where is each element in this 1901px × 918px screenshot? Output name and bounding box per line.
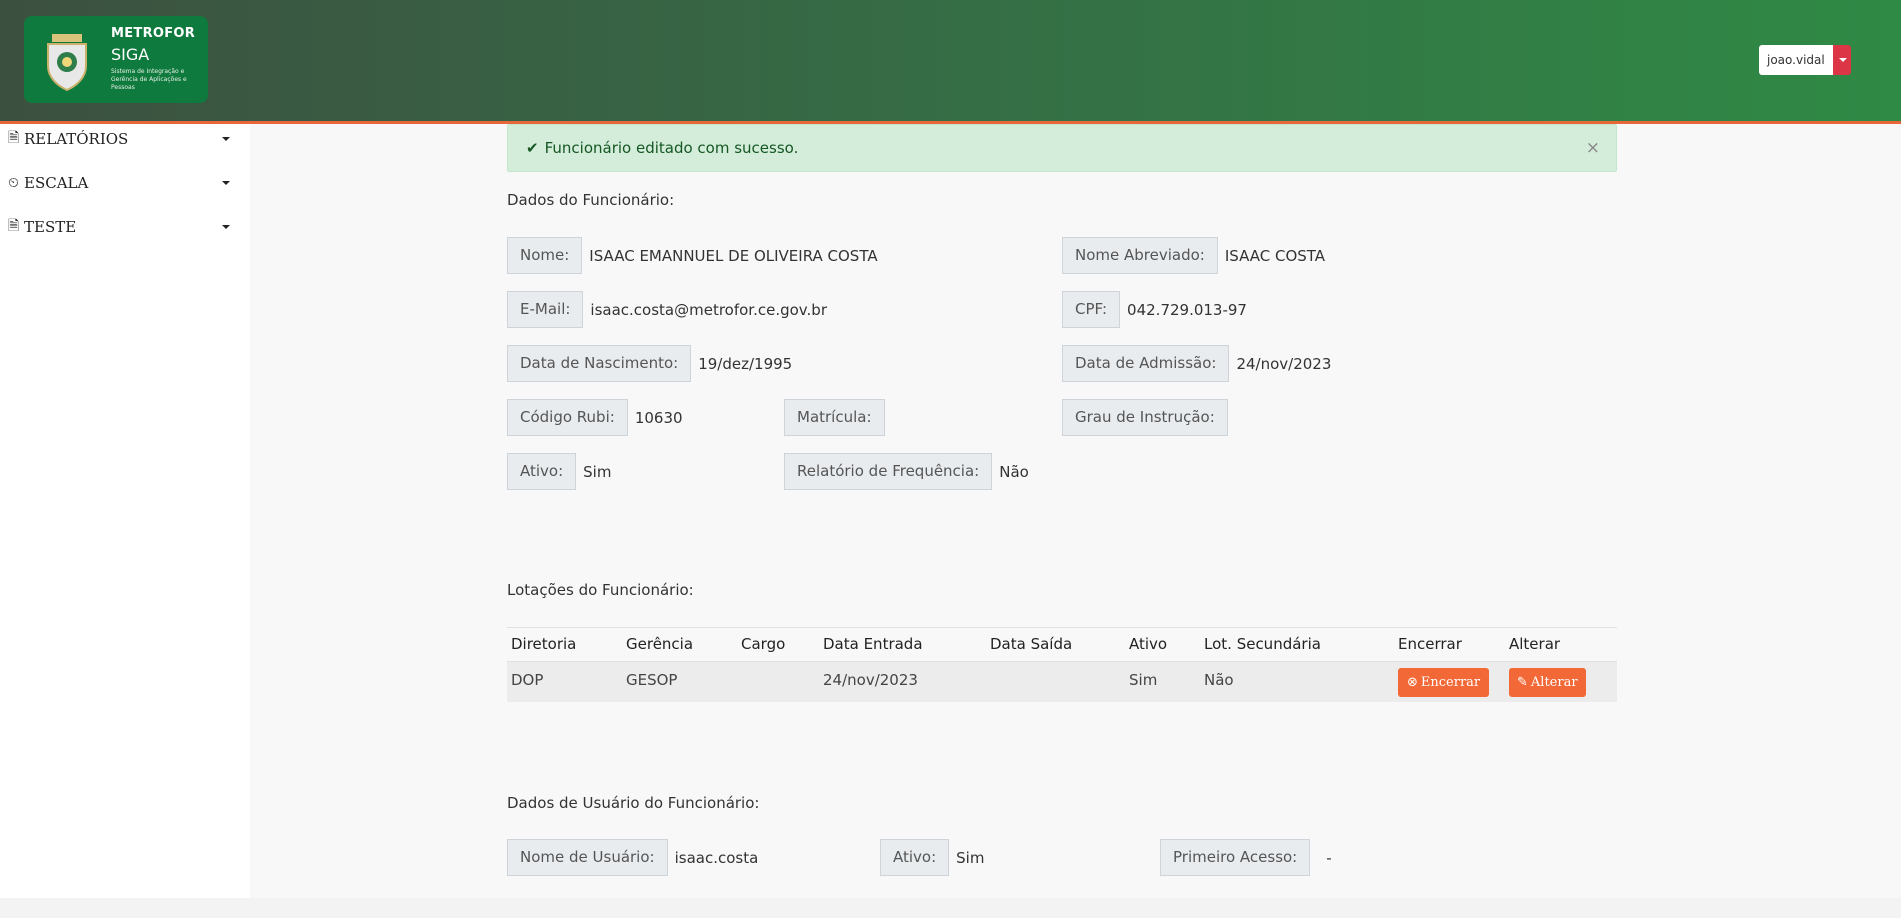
column-header: Data Entrada [823,635,923,653]
column-header: Lot. Secundária [1204,635,1321,653]
logo-title: METROFOR [111,26,196,41]
sidebar: 🗎 RELATÓRIOS ⏲ ESCALA 🗎 TESTE [0,124,250,898]
employee-section-title: Dados do Funcionário: [507,191,675,209]
field-email: E-Mail: isaac.costa@metrofor.ce.gov.br [507,291,827,328]
cell-data-entrada: 24/nov/2023 [823,671,918,689]
column-header: Diretoria [511,635,577,653]
button-label: Encerrar [1420,675,1481,690]
field-relatorio-frequencia: Relatório de Frequência: Não [784,453,1029,490]
field-label: Matrícula: [784,399,885,436]
field-label: Grau de Instrução: [1062,399,1228,436]
clock-icon: ⏲ [8,175,19,191]
logo-description: Sistema de Integração e Gerência de Apli… [111,68,187,91]
button-label: Alterar [1530,675,1578,690]
field-value: isaac.costa@metrofor.ce.gov.br [590,300,827,319]
user-menu-button[interactable]: joao.vidal [1759,45,1851,75]
field-cpf: CPF: 042.729.013-97 [1062,291,1247,328]
field-value: ISAAC EMANNUEL DE OLIVEIRA COSTA [589,246,878,265]
table-header: Diretoria Gerência Cargo Data Entrada Da… [507,627,1617,662]
field-ativo: Ativo: Sim [507,453,611,490]
field-value: - [1326,848,1332,867]
user-name[interactable]: joao.vidal [1759,45,1833,75]
alert-message: Funcionário editado com sucesso. [544,139,799,157]
field-label: CPF: [1062,291,1121,328]
paperclip-icon: ✎ [1517,675,1528,690]
sidebar-item-label: ESCALA [24,174,89,192]
field-nome: Nome: ISAAC EMANNUEL DE OLIVEIRA COSTA [507,237,878,274]
field-label: Nome: [507,237,583,274]
caret-down-icon [222,137,230,141]
field-nome-abreviado: Nome Abreviado: ISAAC COSTA [1062,237,1325,274]
field-label: Ativo: [507,453,577,490]
check-icon: ✔ [526,139,539,157]
field-value: isaac.costa [674,848,759,867]
field-label: Ativo: [880,839,950,876]
field-usuario-ativo: Ativo: Sim [880,839,984,876]
metrofor-logo[interactable]: METROFOR SIGA Sistema de Integração e Ge… [24,16,208,103]
field-primeiro-acesso: Primeiro Acesso: - [1160,839,1332,876]
success-alert: ✔ Funcionário editado com sucesso. × [507,124,1617,172]
field-label: Data de Nascimento: [507,345,692,382]
field-codigo-rubi: Código Rubi: 10630 [507,399,683,436]
field-data-nascimento: Data de Nascimento: 19/dez/1995 [507,345,792,382]
close-icon[interactable]: × [1586,138,1600,158]
field-value: 19/dez/1995 [698,354,793,373]
top-header: METROFOR SIGA Sistema de Integração e Ge… [0,0,1901,121]
field-nome-usuario: Nome de Usuário: isaac.costa [507,839,758,876]
column-header: Cargo [741,635,786,653]
sidebar-item-label: RELATÓRIOS [24,130,129,148]
field-label: Relatório de Frequência: [784,453,993,490]
field-label: Data de Admissão: [1062,345,1230,382]
cell-gerencia: GESOP [626,671,678,689]
sidebar-item-label: TESTE [24,218,77,236]
field-value: Sim [956,848,985,867]
column-header: Ativo [1129,635,1168,653]
field-value: ISAAC COSTA [1224,246,1326,265]
field-data-admissao: Data de Admissão: 24/nov/2023 [1062,345,1331,382]
sidebar-item-relatorios[interactable]: 🗎 RELATÓRIOS [8,124,230,154]
chevron-down-icon[interactable] [1832,45,1851,75]
field-label: E-Mail: [507,291,584,328]
page-footer-strip [0,898,1901,918]
cell-lot-secundaria: Não [1204,671,1234,689]
field-grau-instrucao: Grau de Instrução: [1062,399,1235,436]
column-header: Encerrar [1398,635,1462,653]
field-value: 10630 [634,408,683,427]
field-label: Primeiro Acesso: [1160,839,1311,876]
field-value: Sim [583,462,612,481]
column-header: Gerência [626,635,694,653]
field-value: 24/nov/2023 [1236,354,1332,373]
caret-down-icon [222,225,230,229]
caret-down-icon [222,181,230,185]
file-icon: 🗎 [8,130,20,146]
field-label: Nome de Usuário: [507,839,668,876]
column-header: Data Saída [990,635,1073,653]
column-header: Alterar [1509,635,1561,653]
logo-subtitle: SIGA [111,45,150,64]
close-circle-icon: ⊗ [1407,675,1418,690]
coat-of-arms-icon [47,34,87,92]
encerrar-button[interactable]: ⊗ Encerrar [1398,668,1490,697]
cell-ativo: Sim [1129,671,1158,689]
usuario-section-title: Dados de Usuário do Funcionário: [507,794,760,812]
field-label: Código Rubi: [507,399,628,436]
file-icon: 🗎 [8,218,20,234]
field-value: 042.729.013-97 [1127,300,1247,319]
sidebar-item-teste[interactable]: 🗎 TESTE [8,212,230,242]
sidebar-item-escala[interactable]: ⏲ ESCALA [8,168,230,198]
field-value: Não [999,462,1029,481]
lotacoes-section-title: Lotações do Funcionário: [507,581,694,599]
cell-diretoria: DOP [511,671,544,689]
table-row: DOP GESOP 24/nov/2023 Sim Não ⊗ Encerrar… [507,662,1617,702]
alterar-button[interactable]: ✎ Alterar [1509,668,1586,697]
field-label: Nome Abreviado: [1062,237,1218,274]
field-matricula: Matrícula: [784,399,892,436]
